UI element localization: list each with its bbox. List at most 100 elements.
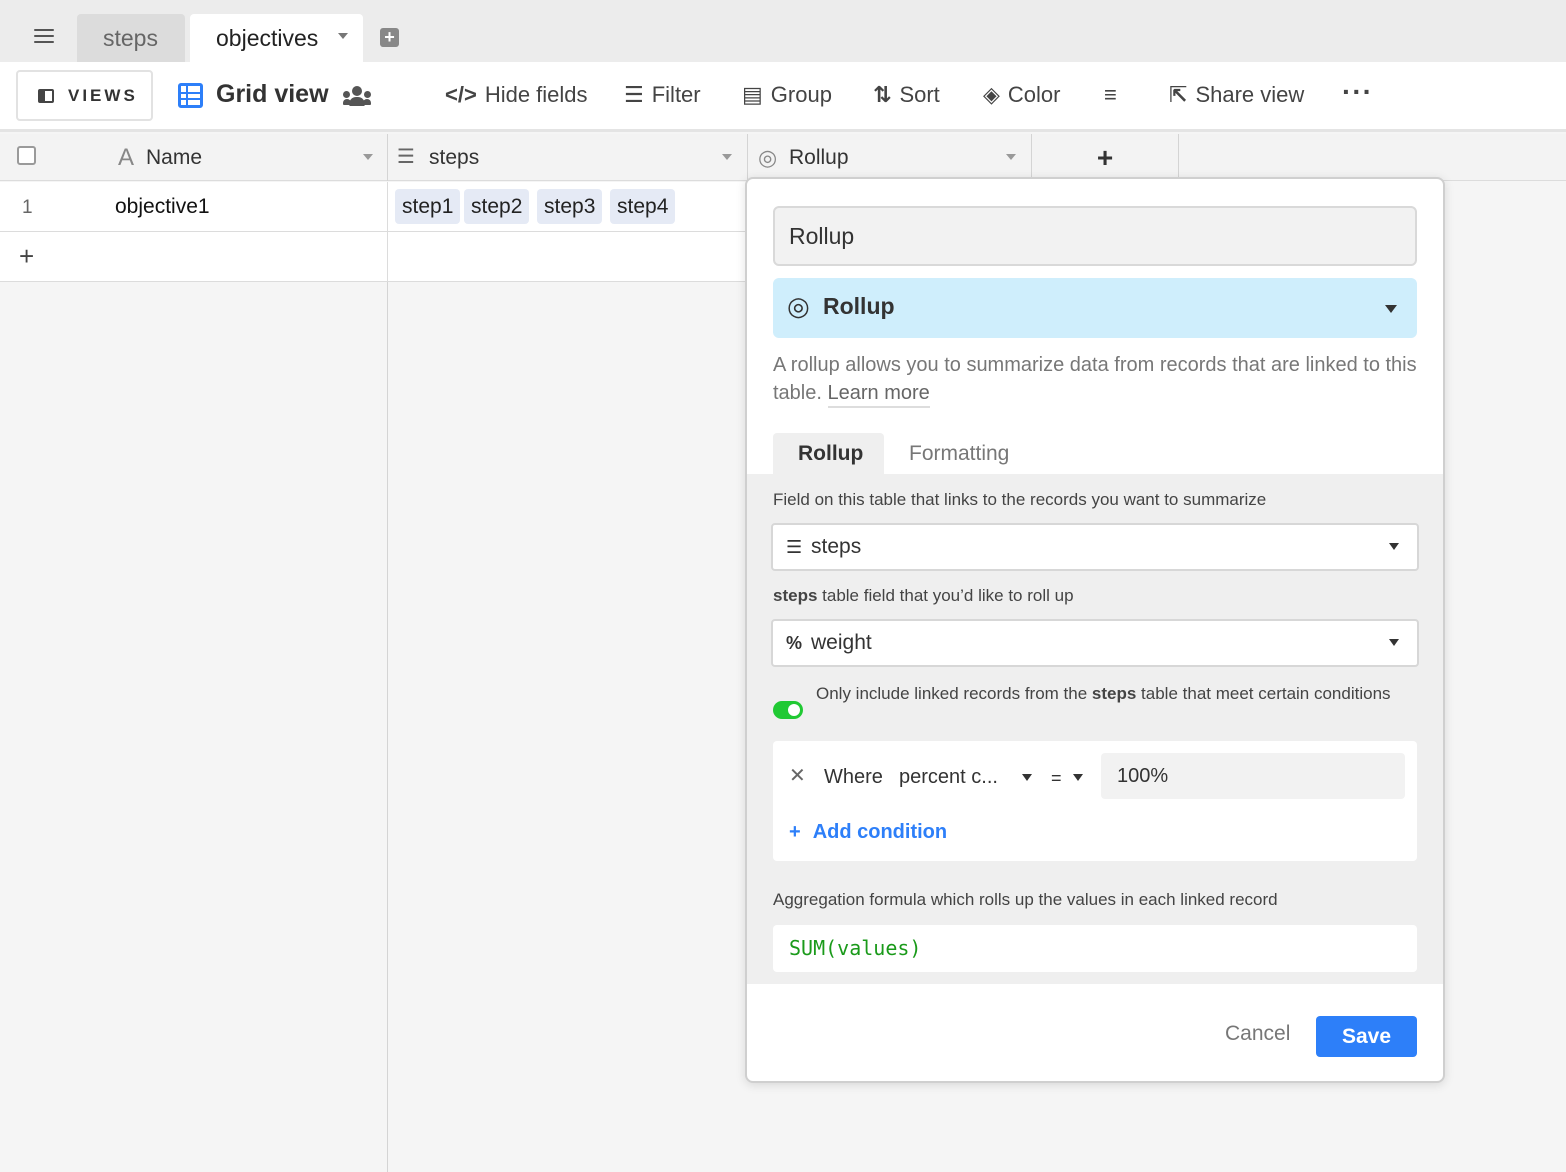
- color-button[interactable]: ◈ Color: [983, 82, 1061, 108]
- linked-record-pill[interactable]: step4: [610, 189, 676, 224]
- aggregation-label: Aggregation formula which rolls up the v…: [773, 890, 1278, 909]
- cancel-button[interactable]: Cancel: [1225, 1022, 1290, 1046]
- add-condition-button[interactable]: + Add condition: [789, 821, 947, 844]
- sidebar-toggle-icon: [38, 89, 54, 103]
- add-table-icon[interactable]: +: [380, 28, 399, 47]
- link-field-select[interactable]: ☰ steps: [771, 523, 1419, 571]
- rollup-field-label-rest: table field that you’d like to roll up: [817, 586, 1074, 605]
- condition-value-input[interactable]: 100%: [1101, 753, 1405, 799]
- condition-text-post: table that meet certain conditions: [1136, 684, 1391, 703]
- link-field-label: Field on this table that links to the re…: [773, 490, 1267, 509]
- link-field-icon: ☰: [786, 537, 803, 557]
- eye-slash-icon: </>: [445, 82, 477, 107]
- learn-more-link[interactable]: Learn more: [827, 382, 930, 408]
- row-number: 1: [22, 197, 33, 218]
- aggregation-formula-input[interactable]: SUM(values): [773, 925, 1417, 972]
- group-button[interactable]: ▤ Group: [742, 82, 832, 108]
- chevron-down-icon: [1389, 543, 1399, 550]
- linked-record-pill[interactable]: step2: [464, 189, 530, 224]
- rollup-field-value: weight: [811, 631, 872, 654]
- link-field-value: steps: [811, 535, 862, 558]
- field-editor-dialog: Rollup ◎ Rollup A rollup allows you to s…: [745, 177, 1445, 1083]
- collaborators-icon[interactable]: [343, 86, 371, 106]
- group-icon: ▤: [742, 82, 763, 107]
- text-field-icon: A: [118, 144, 135, 171]
- column-header-name[interactable]: A Name: [0, 134, 388, 181]
- share-view-button[interactable]: ⇱ Share view: [1169, 82, 1304, 108]
- share-icon: ⇱: [1169, 82, 1188, 107]
- condition-box: ✕ Where percent c... = 100% + Add conditi…: [773, 741, 1417, 861]
- chevron-down-icon[interactable]: [363, 154, 373, 160]
- add-row-button[interactable]: +: [19, 241, 34, 272]
- percent-icon: %: [786, 633, 803, 653]
- link-field-icon: ☰: [397, 146, 415, 168]
- chevron-down-icon: [1389, 639, 1399, 646]
- sort-icon: ⇅: [873, 82, 892, 107]
- select-all-checkbox[interactable]: [17, 146, 36, 165]
- menu-icon[interactable]: [34, 29, 54, 45]
- sort-label: Sort: [899, 82, 940, 107]
- sort-button[interactable]: ⇅ Sort: [873, 82, 940, 108]
- linked-record-pill[interactable]: step3: [537, 189, 603, 224]
- field-type-label: Rollup: [823, 293, 895, 319]
- chevron-down-icon[interactable]: [1022, 774, 1032, 781]
- group-label: Group: [770, 82, 832, 107]
- plus-icon: +: [789, 821, 801, 843]
- rollup-field-label: steps table field that you’d like to rol…: [773, 586, 1074, 606]
- column-label-name: Name: [146, 146, 203, 169]
- table-row[interactable]: 1 objective1 step1 step2 step3 step4: [0, 182, 748, 232]
- view-toolbar: VIEWS Grid view </> Hide fields ☰ Filter ▤…: [0, 62, 1566, 132]
- views-label: VIEWS: [68, 86, 138, 105]
- column-label-rollup: Rollup: [789, 146, 849, 169]
- condition-text-table: steps: [1091, 684, 1137, 703]
- chevron-down-icon: [1385, 305, 1397, 313]
- tab-rollup[interactable]: Rollup: [773, 433, 884, 475]
- tab-formatting[interactable]: Formatting: [884, 433, 1034, 475]
- cell-name[interactable]: objective1: [115, 195, 210, 219]
- rollup-field-select[interactable]: % weight: [771, 619, 1419, 667]
- grid-header: A Name ☰ steps ◎ Rollup +: [0, 134, 1566, 181]
- table-tab-bar: steps objectives +: [0, 0, 1566, 62]
- condition-toggle[interactable]: [773, 701, 803, 719]
- condition-toggle-label: Only include linked records from the ste…: [816, 679, 1416, 708]
- row-height-icon: ≡: [1104, 82, 1117, 107]
- condition-text-pre: Only include linked records from the: [816, 684, 1092, 703]
- column-header-rollup[interactable]: ◎ Rollup: [748, 134, 1032, 181]
- grid-view-icon: [178, 83, 203, 108]
- rollup-field-label-table: steps: [773, 586, 818, 605]
- chevron-down-icon[interactable]: [722, 154, 732, 160]
- filter-icon: ☰: [624, 82, 644, 107]
- tab-steps[interactable]: steps: [77, 14, 185, 62]
- column-header-steps[interactable]: ☰ steps: [388, 134, 748, 181]
- linked-record-pill[interactable]: step1: [395, 189, 461, 224]
- paint-bucket-icon: ◈: [983, 82, 1000, 107]
- field-name-input[interactable]: Rollup: [773, 206, 1417, 266]
- chevron-down-icon[interactable]: [1006, 154, 1016, 160]
- condition-prefix: Where: [824, 766, 883, 788]
- add-field-button[interactable]: +: [1032, 134, 1179, 181]
- column-label-steps: steps: [429, 146, 480, 169]
- rollup-icon: ◎: [787, 291, 810, 321]
- chevron-down-icon[interactable]: [1073, 774, 1083, 781]
- field-type-description: A rollup allows you to summarize data fr…: [773, 351, 1423, 408]
- color-label: Color: [1007, 82, 1061, 107]
- condition-field-select[interactable]: percent c...: [899, 766, 998, 789]
- row-height-button[interactable]: ≡: [1104, 82, 1125, 108]
- save-button[interactable]: Save: [1316, 1016, 1417, 1057]
- hide-fields-label: Hide fields: [484, 82, 588, 107]
- more-icon[interactable]: ···: [1342, 76, 1373, 108]
- remove-condition-icon[interactable]: ✕: [789, 763, 806, 788]
- view-name[interactable]: Grid view: [216, 80, 329, 109]
- condition-operator-select[interactable]: =: [1051, 768, 1062, 789]
- filter-button[interactable]: ☰ Filter: [624, 82, 701, 108]
- tab-chevron-down-icon[interactable]: [338, 33, 348, 39]
- column-divider: [387, 282, 388, 1172]
- field-type-select[interactable]: ◎ Rollup: [773, 278, 1417, 338]
- rollup-field-icon: ◎: [758, 145, 778, 170]
- share-view-label: Share view: [1195, 82, 1305, 107]
- add-row[interactable]: +: [0, 232, 748, 282]
- add-condition-label: Add condition: [812, 821, 948, 843]
- views-button[interactable]: VIEWS: [16, 70, 153, 121]
- filter-label: Filter: [651, 82, 701, 107]
- hide-fields-button[interactable]: </> Hide fields: [445, 82, 588, 108]
